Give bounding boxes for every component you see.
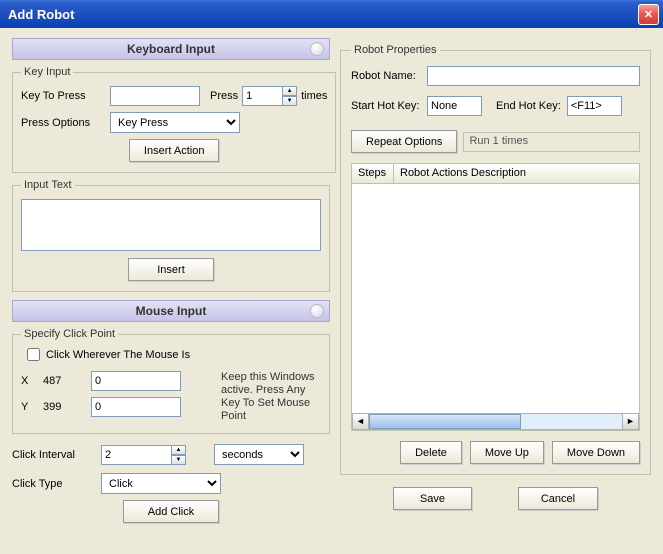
y-input[interactable] <box>91 397 181 417</box>
insert-button[interactable]: Insert <box>128 258 214 281</box>
y-label: Y <box>21 401 35 413</box>
press-options-select[interactable]: Key Press <box>110 112 240 133</box>
horizontal-scrollbar[interactable]: ◄ ► <box>352 413 639 430</box>
press-options-label: Press Options <box>21 117 106 129</box>
scroll-right-icon[interactable]: ► <box>622 413 639 430</box>
input-text-group: Input Text Insert <box>12 179 330 292</box>
mouse-panel-header[interactable]: Mouse Input <box>12 300 330 322</box>
delete-button[interactable]: Delete <box>400 441 462 464</box>
spin-up-icon[interactable]: ▲ <box>282 86 297 96</box>
press-label: Press <box>210 90 238 102</box>
add-click-button[interactable]: Add Click <box>123 500 219 523</box>
col-steps[interactable]: Steps <box>352 164 394 183</box>
input-text-legend: Input Text <box>21 179 75 191</box>
save-button[interactable]: Save <box>393 487 472 510</box>
specify-click-legend: Specify Click Point <box>21 328 118 340</box>
col-description[interactable]: Robot Actions Description <box>394 164 639 183</box>
move-up-button[interactable]: Move Up <box>470 441 544 464</box>
x-label: X <box>21 375 35 387</box>
click-type-label: Click Type <box>12 478 97 490</box>
mouse-panel-title: Mouse Input <box>136 304 207 318</box>
keyboard-panel-header[interactable]: Keyboard Input <box>12 38 330 60</box>
mouse-hint: Keep this Windows active. Press Any Key … <box>221 371 321 423</box>
key-input-group: Key Input Key To Press Press ▲▼ times Pr… <box>12 66 336 173</box>
click-interval-input[interactable] <box>101 445 171 465</box>
collapse-icon[interactable] <box>310 42 324 56</box>
insert-action-button[interactable]: Insert Action <box>129 139 220 162</box>
key-to-press-label: Key To Press <box>21 90 106 102</box>
click-interval-spinner[interactable]: ▲▼ <box>101 445 186 465</box>
click-interval-label: Click Interval <box>12 449 97 461</box>
collapse-icon[interactable] <box>310 304 324 318</box>
close-icon[interactable]: ✕ <box>638 4 659 25</box>
keyboard-panel-title: Keyboard Input <box>127 42 215 56</box>
start-hotkey-input[interactable] <box>427 96 482 116</box>
repeat-summary: Run 1 times <box>463 132 640 152</box>
end-hotkey-label: End Hot Key: <box>496 100 561 112</box>
click-type-select[interactable]: Click <box>101 473 221 494</box>
titlebar: Add Robot ✕ <box>0 0 663 28</box>
x-display: 487 <box>43 375 83 387</box>
press-count-input[interactable] <box>242 86 282 106</box>
actions-table: Steps Robot Actions Description ◄ ► <box>351 163 640 431</box>
spin-down-icon[interactable]: ▼ <box>171 455 186 465</box>
scroll-track[interactable] <box>369 413 622 430</box>
y-display: 399 <box>43 401 83 413</box>
robot-properties-group: Robot Properties Robot Name: Start Hot K… <box>340 44 651 475</box>
end-hotkey-input[interactable] <box>567 96 622 116</box>
input-text-area[interactable] <box>21 199 321 251</box>
click-wherever-label: Click Wherever The Mouse Is <box>46 349 190 361</box>
cancel-button[interactable]: Cancel <box>518 487 598 510</box>
press-count-spinner[interactable]: ▲▼ <box>242 86 297 106</box>
robot-name-input[interactable] <box>427 66 640 86</box>
spin-up-icon[interactable]: ▲ <box>171 445 186 455</box>
specify-click-group: Specify Click Point Click Wherever The M… <box>12 328 330 434</box>
scroll-thumb[interactable] <box>369 414 521 429</box>
scroll-left-icon[interactable]: ◄ <box>352 413 369 430</box>
start-hotkey-label: Start Hot Key: <box>351 100 421 112</box>
table-body[interactable] <box>352 184 639 413</box>
x-input[interactable] <box>91 371 181 391</box>
table-header: Steps Robot Actions Description <box>352 164 639 184</box>
key-to-press-input[interactable] <box>110 86 200 106</box>
spin-down-icon[interactable]: ▼ <box>282 96 297 106</box>
times-label: times <box>301 90 327 102</box>
window-title: Add Robot <box>8 7 638 22</box>
repeat-options-button[interactable]: Repeat Options <box>351 130 457 153</box>
robot-properties-legend: Robot Properties <box>351 44 440 56</box>
move-down-button[interactable]: Move Down <box>552 441 640 464</box>
robot-name-label: Robot Name: <box>351 70 421 82</box>
key-input-legend: Key Input <box>21 66 73 78</box>
interval-unit-select[interactable]: seconds <box>214 444 304 465</box>
click-wherever-checkbox[interactable] <box>27 348 40 361</box>
